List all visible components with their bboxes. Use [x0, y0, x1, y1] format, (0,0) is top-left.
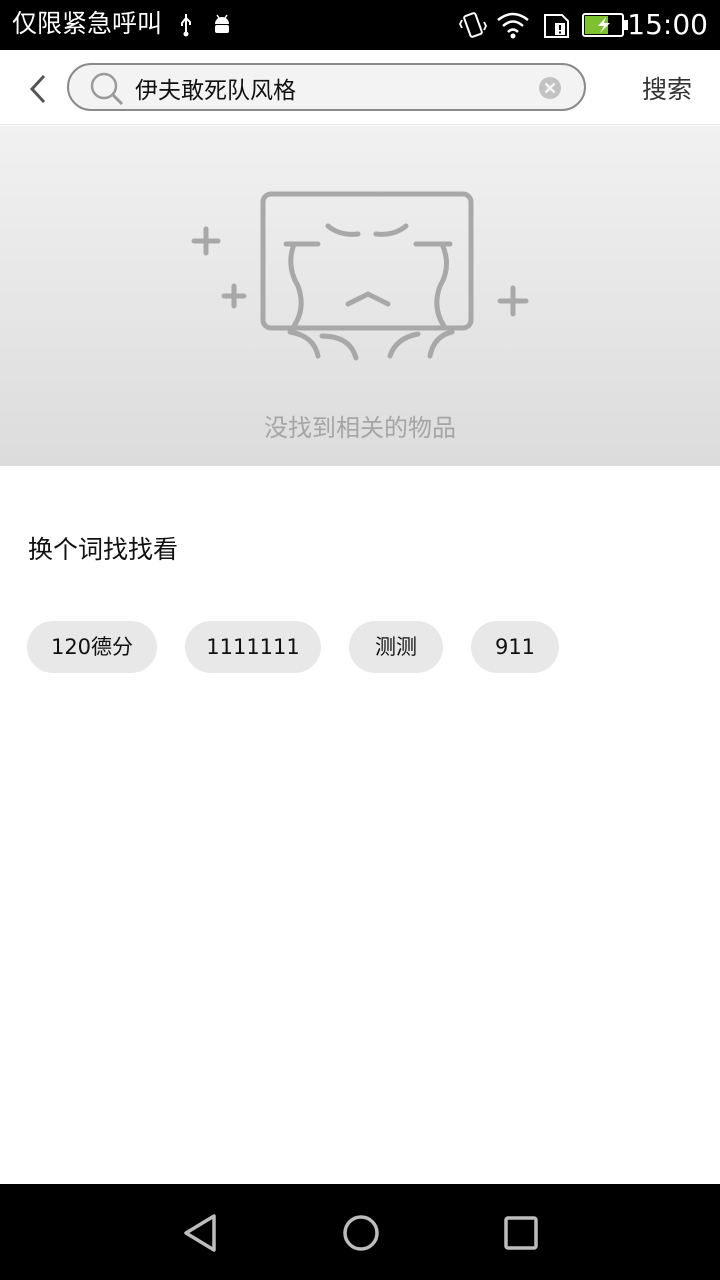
- system-nav-bar: [0, 1184, 720, 1280]
- status-bar: 仅限紧急呼叫 15:00: [0, 0, 720, 50]
- clear-icon[interactable]: [538, 76, 562, 100]
- empty-state-panel: 没找到相关的物品: [0, 126, 720, 466]
- sim-alert-icon: [544, 14, 569, 38]
- android-debug-icon: [215, 14, 229, 33]
- suggestion-chip[interactable]: 测测: [349, 621, 443, 673]
- clock: 15:00: [627, 8, 708, 41]
- empty-state-message: 没找到相关的物品: [264, 414, 456, 442]
- nav-recents-icon[interactable]: [500, 1212, 542, 1254]
- vibrate-icon: [458, 12, 488, 38]
- nav-home-icon[interactable]: [340, 1212, 382, 1254]
- suggestion-chip[interactable]: 911: [471, 621, 559, 673]
- nav-back-icon[interactable]: [180, 1212, 222, 1254]
- wifi-icon: [497, 12, 529, 39]
- crying-face-illustration: [191, 191, 529, 361]
- usb-icon: [181, 14, 191, 37]
- search-box[interactable]: [67, 63, 586, 111]
- suggestion-chip[interactable]: 120德分: [27, 621, 157, 673]
- search-header: 搜索: [0, 50, 720, 125]
- suggestion-chip[interactable]: 1111111: [185, 621, 321, 673]
- search-input[interactable]: [135, 71, 525, 105]
- chevron-left-icon: [29, 74, 46, 104]
- carrier-text: 仅限紧急呼叫: [12, 9, 163, 38]
- search-icon: [90, 72, 124, 106]
- back-button[interactable]: [22, 68, 58, 108]
- search-button[interactable]: 搜索: [642, 70, 692, 106]
- battery-charging-icon: [582, 13, 628, 37]
- suggestions-title: 换个词找找看: [28, 535, 179, 564]
